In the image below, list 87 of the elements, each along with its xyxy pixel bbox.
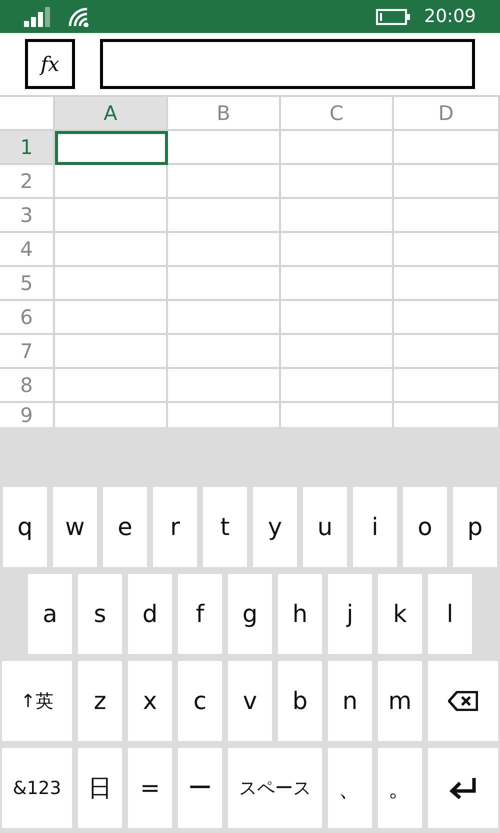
battery-icon <box>376 8 410 24</box>
sheet-cell[interactable] <box>55 233 168 267</box>
sheet-cell[interactable] <box>394 131 500 165</box>
sheet-cell[interactable] <box>394 301 500 335</box>
sheet-cell[interactable] <box>394 199 500 233</box>
clock-time: 20:09 <box>424 6 476 27</box>
keyboard-key[interactable]: u <box>303 487 347 567</box>
sheet-cell[interactable] <box>55 301 168 335</box>
keyboard-key[interactable]: k <box>378 574 422 654</box>
row-header[interactable]: 7 <box>0 335 55 369</box>
keyboard-key[interactable]: x <box>128 661 172 741</box>
keyboard-key[interactable]: &123 <box>2 748 72 828</box>
backspace-icon <box>448 691 478 711</box>
keyboard-key[interactable]: e <box>103 487 147 567</box>
sheet-cell[interactable] <box>281 131 394 165</box>
row-header[interactable]: 5 <box>0 267 55 301</box>
row-header[interactable]: 3 <box>0 199 55 233</box>
keyboard-key[interactable]: m <box>378 661 422 741</box>
keyboard-key[interactable]: 日 <box>78 748 122 828</box>
sheet-cell[interactable] <box>281 369 394 403</box>
keyboard-key[interactable]: j <box>328 574 372 654</box>
column-header[interactable]: B <box>168 97 281 131</box>
sheet-cell[interactable] <box>55 267 168 301</box>
keyboard-key[interactable]: p <box>453 487 497 567</box>
sheet-cell[interactable] <box>55 369 168 403</box>
row-header[interactable]: 4 <box>0 233 55 267</box>
sheet-cell[interactable] <box>281 233 394 267</box>
enter-key[interactable] <box>428 748 498 828</box>
sheet-cell[interactable] <box>394 165 500 199</box>
keyboard-key[interactable]: 、 <box>328 748 372 828</box>
keyboard-key[interactable]: r <box>153 487 197 567</box>
keyboard-key[interactable]: h <box>278 574 322 654</box>
sheet-cell[interactable] <box>281 335 394 369</box>
function-button[interactable]: fx <box>25 39 75 89</box>
row-header[interactable]: 8 <box>0 369 55 403</box>
sheet-cell[interactable] <box>168 233 281 267</box>
sheet-cell[interactable] <box>168 301 281 335</box>
sheet-cell[interactable] <box>281 267 394 301</box>
sheet-cell[interactable] <box>55 199 168 233</box>
keyboard-key[interactable]: ↑英 <box>2 661 72 741</box>
keyboard-key[interactable]: c <box>178 661 222 741</box>
keyboard-key[interactable]: t <box>203 487 247 567</box>
sheet-cell[interactable] <box>168 131 281 165</box>
selected-cell[interactable] <box>55 131 168 165</box>
row-header[interactable]: 2 <box>0 165 55 199</box>
sheet-cell[interactable] <box>394 233 500 267</box>
column-header[interactable]: D <box>394 97 500 131</box>
enter-icon <box>449 777 477 799</box>
sheet-cell[interactable] <box>168 199 281 233</box>
sheet-cell[interactable] <box>281 199 394 233</box>
row-header[interactable]: 1 <box>0 131 55 165</box>
keyboard-key[interactable]: i <box>353 487 397 567</box>
sheet-cell[interactable] <box>281 165 394 199</box>
sheet-cell[interactable] <box>394 267 500 301</box>
keyboard-key[interactable]: ー <box>178 748 222 828</box>
sheet-cell[interactable] <box>55 165 168 199</box>
row-header[interactable]: 6 <box>0 301 55 335</box>
keyboard-key[interactable]: = <box>128 748 172 828</box>
keyboard-key[interactable]: y <box>253 487 297 567</box>
backspace-key[interactable] <box>428 661 498 741</box>
keyboard-key[interactable]: w <box>53 487 97 567</box>
keyboard-key[interactable]: q <box>3 487 47 567</box>
space-key[interactable]: スペース <box>228 748 322 828</box>
column-header[interactable]: C <box>281 97 394 131</box>
keyboard-key[interactable]: n <box>328 661 372 741</box>
column-header[interactable]: A <box>55 97 168 131</box>
sheet-cell[interactable] <box>168 369 281 403</box>
keyboard-key[interactable]: z <box>78 661 122 741</box>
keyboard-key[interactable]: o <box>403 487 447 567</box>
sheet-cell[interactable] <box>168 165 281 199</box>
keyboard-key[interactable]: s <box>78 574 122 654</box>
keyboard-key[interactable]: 。 <box>378 748 422 828</box>
sheet-cell[interactable] <box>281 301 394 335</box>
keyboard-key[interactable]: g <box>228 574 272 654</box>
keyboard-key[interactable]: v <box>228 661 272 741</box>
sheet-cell[interactable] <box>168 335 281 369</box>
keyboard-key[interactable]: f <box>178 574 222 654</box>
keyboard-key[interactable]: d <box>128 574 172 654</box>
keyboard-key[interactable]: l <box>428 574 472 654</box>
wifi-icon <box>68 6 90 26</box>
sheet-cell[interactable] <box>394 335 500 369</box>
sheet-cell[interactable] <box>394 369 500 403</box>
sheet-cell[interactable] <box>55 335 168 369</box>
keyboard-key[interactable]: b <box>278 661 322 741</box>
formula-input-field[interactable] <box>100 39 475 89</box>
keyboard-key[interactable]: a <box>28 574 72 654</box>
sheet-cell[interactable] <box>168 267 281 301</box>
